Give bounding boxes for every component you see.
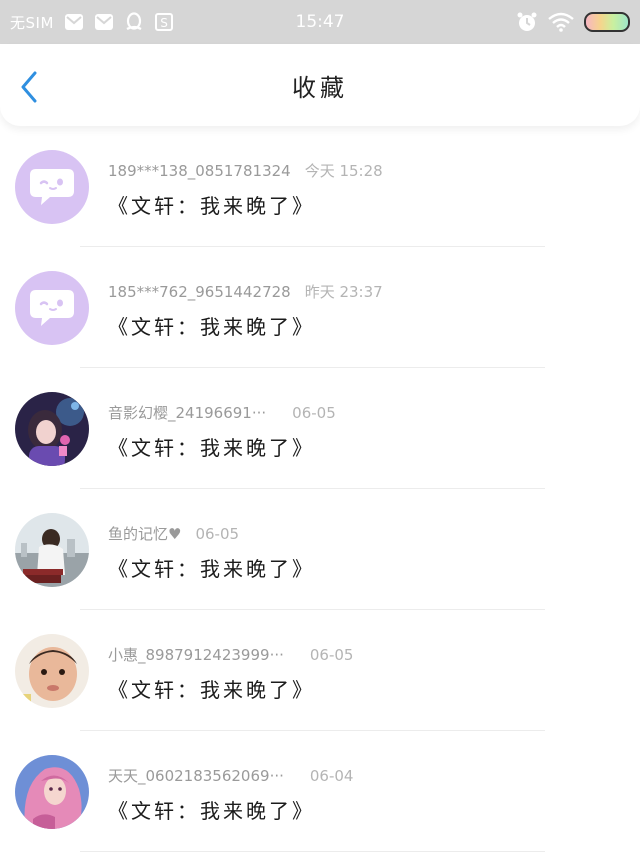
item-time: 昨天 23:37 bbox=[304, 283, 383, 301]
item-message: 《文轩：我来晚了》 bbox=[108, 315, 315, 339]
favorites-list: 189***138_0851781324 今天 15:28 《文轩：我来晚了》 … bbox=[0, 126, 640, 852]
pink-hair-avatar bbox=[15, 755, 89, 829]
item-author: 小惠_8987912423999··· bbox=[108, 646, 284, 664]
page-header: 收藏 bbox=[0, 44, 640, 126]
status-bar: 无SIM S 15:47 bbox=[0, 0, 640, 44]
item-author: 天天_0602183562069··· bbox=[108, 767, 284, 785]
item-author: 189***138_0851781324 bbox=[108, 162, 291, 180]
item-author: 鱼的记忆♥ bbox=[108, 525, 182, 543]
mail-icon bbox=[94, 13, 114, 31]
alarm-icon bbox=[516, 11, 538, 33]
avatar[interactable] bbox=[15, 513, 89, 587]
item-author: 185***762_9651442728 bbox=[108, 283, 291, 301]
item-author: 音影幻樱_24196691··· bbox=[108, 404, 267, 422]
avatar[interactable] bbox=[15, 150, 89, 224]
back-button[interactable] bbox=[14, 70, 44, 104]
item-message: 《文轩：我来晚了》 bbox=[108, 678, 315, 702]
girl-city-avatar bbox=[15, 513, 89, 587]
svg-text:S: S bbox=[160, 16, 168, 30]
anime-girl-avatar bbox=[15, 392, 89, 466]
wifi-icon bbox=[548, 12, 574, 32]
avatar[interactable] bbox=[15, 634, 89, 708]
avatar[interactable] bbox=[15, 392, 89, 466]
item-time: 今天 15:28 bbox=[304, 162, 383, 180]
list-item[interactable]: 鱼的记忆♥ 06-05 《文轩：我来晚了》 bbox=[0, 489, 640, 610]
chat-bubble-icon bbox=[30, 290, 74, 326]
qq-icon bbox=[124, 12, 144, 32]
item-time: 06-05 bbox=[309, 646, 354, 664]
item-message: 《文轩：我来晚了》 bbox=[108, 194, 315, 218]
item-time: 06-05 bbox=[195, 525, 240, 543]
baby-avatar bbox=[15, 634, 89, 708]
avatar[interactable] bbox=[15, 271, 89, 345]
avatar[interactable] bbox=[15, 755, 89, 829]
battery-icon bbox=[584, 12, 630, 32]
page-title: 收藏 bbox=[292, 73, 348, 102]
item-message: 《文轩：我来晚了》 bbox=[108, 557, 315, 581]
s-app-icon: S bbox=[154, 12, 174, 32]
list-item[interactable]: 189***138_0851781324 今天 15:28 《文轩：我来晚了》 bbox=[0, 126, 640, 247]
list-item[interactable]: 天天_0602183562069··· 06-04 《文轩：我来晚了》 bbox=[0, 731, 640, 852]
item-message: 《文轩：我来晚了》 bbox=[108, 436, 315, 460]
carrier-label: 无SIM bbox=[10, 13, 54, 32]
chevron-left-icon bbox=[21, 71, 37, 103]
list-item[interactable]: 185***762_9651442728 昨天 23:37 《文轩：我来晚了》 bbox=[0, 247, 640, 368]
mail-icon bbox=[64, 13, 84, 31]
item-message: 《文轩：我来晚了》 bbox=[108, 799, 315, 823]
chat-bubble-icon bbox=[30, 169, 74, 205]
list-item[interactable]: 小惠_8987912423999··· 06-05 《文轩：我来晚了》 bbox=[0, 610, 640, 731]
list-item[interactable]: 音影幻樱_24196691··· 06-05 《文轩：我来晚了》 bbox=[0, 368, 640, 489]
item-time: 06-05 bbox=[292, 404, 336, 422]
item-time: 06-04 bbox=[309, 767, 354, 785]
